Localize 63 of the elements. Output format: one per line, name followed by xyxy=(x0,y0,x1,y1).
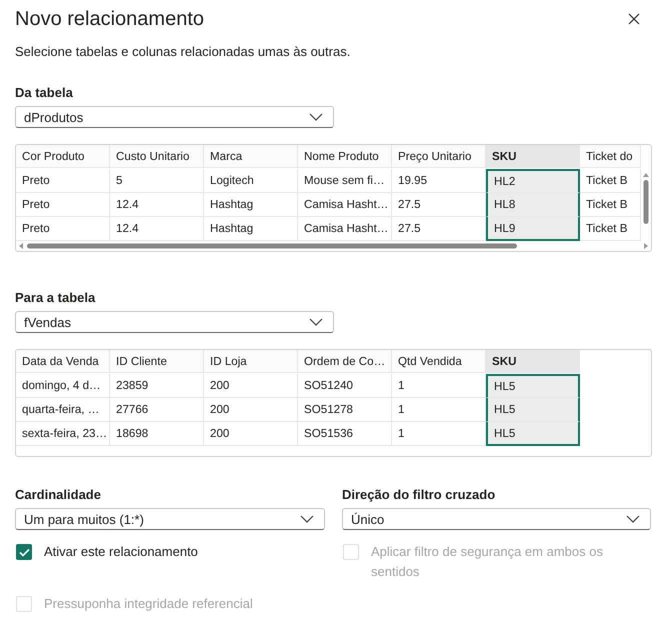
column-header[interactable]: ID Cliente xyxy=(110,350,204,373)
table-cell: 23859 xyxy=(110,374,204,398)
column-header[interactable]: Marca xyxy=(204,145,298,168)
table-cell: HL5 xyxy=(486,422,580,446)
chevron-down-icon xyxy=(309,113,323,121)
table-cell: domingo, 4 d… xyxy=(16,374,110,398)
column-header[interactable]: Nome Produto xyxy=(298,145,392,168)
table-cell: SO51278 xyxy=(298,398,392,422)
column-header[interactable]: Qtd Vendida xyxy=(392,350,486,373)
field-label: Para a tabela xyxy=(15,290,96,305)
table-cell: Hashtag xyxy=(204,217,298,241)
table-cell: Logitech xyxy=(204,169,298,193)
column-header[interactable]: Custo Unitario xyxy=(110,145,204,168)
check-icon xyxy=(18,548,30,556)
field-label: Direção do filtro cruzado xyxy=(342,487,496,502)
dialog-subtitle: Selecione tabelas e colunas relacionadas umas às outras. xyxy=(15,44,352,59)
column-header[interactable]: SKU xyxy=(486,350,580,373)
table-cell: 200 xyxy=(204,422,298,446)
table-cell: quarta-feira, … xyxy=(16,398,110,422)
dialog-title: Novo relacionamento xyxy=(15,8,204,30)
table-cell: HL5 xyxy=(486,398,580,422)
table-cell: Hashtag xyxy=(204,193,298,217)
table-cell: 18698 xyxy=(110,422,204,446)
table-dropdown[interactable]: Um para muitos (1:*) xyxy=(15,508,325,530)
close-icon[interactable] xyxy=(628,13,640,25)
column-header[interactable]: SKU xyxy=(486,145,580,168)
table-cell: SO51536 xyxy=(298,422,392,446)
column-header[interactable]: Preço Unitario xyxy=(392,145,486,168)
field-label: Da tabela xyxy=(15,85,74,100)
table-cell: 5 xyxy=(110,169,204,193)
table-cell: HL2 xyxy=(486,169,580,193)
chevron-down-icon xyxy=(300,515,314,523)
checkbox-label: Aplicar filtro de segurança em ambos os sentidos xyxy=(371,543,604,581)
table-cell: Preto xyxy=(16,217,110,241)
checkbox[interactable] xyxy=(16,544,32,560)
column-header[interactable]: ID Loja xyxy=(204,350,298,373)
table-cell: 200 xyxy=(204,374,298,398)
table-cell: Mouse sem fi… xyxy=(298,169,392,193)
column-header[interactable]: Cor Produto xyxy=(16,145,110,168)
checkbox-label: Pressuponha integridade referencial xyxy=(44,595,253,613)
column-header[interactable]: Ordem de Co… xyxy=(298,350,392,373)
table-cell: 12.4 xyxy=(110,193,204,217)
column-header[interactable]: Ticket do xyxy=(580,145,641,168)
table-dropdown[interactable]: dProdutos xyxy=(15,106,334,128)
table-cell: Camisa Hasht… xyxy=(298,193,392,217)
checkbox-label: Ativar este relacionamento xyxy=(44,543,198,561)
table-cell: 12.4 xyxy=(110,217,204,241)
table-dropdown[interactable]: Único xyxy=(342,508,651,530)
table-cell: HL8 xyxy=(486,193,580,217)
chevron-down-icon xyxy=(309,318,323,326)
table-cell: 27766 xyxy=(110,398,204,422)
table-cell: Preto xyxy=(16,193,110,217)
table-dropdown[interactable]: fVendas xyxy=(15,311,334,333)
table-cell: HL5 xyxy=(486,374,580,398)
field-label: Cardinalidade xyxy=(15,487,102,502)
column-header[interactable]: Data da Venda xyxy=(16,350,110,373)
chevron-down-icon xyxy=(626,515,640,523)
table-cell: sexta-feira, 23… xyxy=(16,422,110,446)
table-cell: HL9 xyxy=(486,217,580,241)
table-cell: SO51240 xyxy=(298,374,392,398)
table-cell: Preto xyxy=(16,169,110,193)
table-cell: Camisa Hasht… xyxy=(298,217,392,241)
table-cell: 200 xyxy=(204,398,298,422)
